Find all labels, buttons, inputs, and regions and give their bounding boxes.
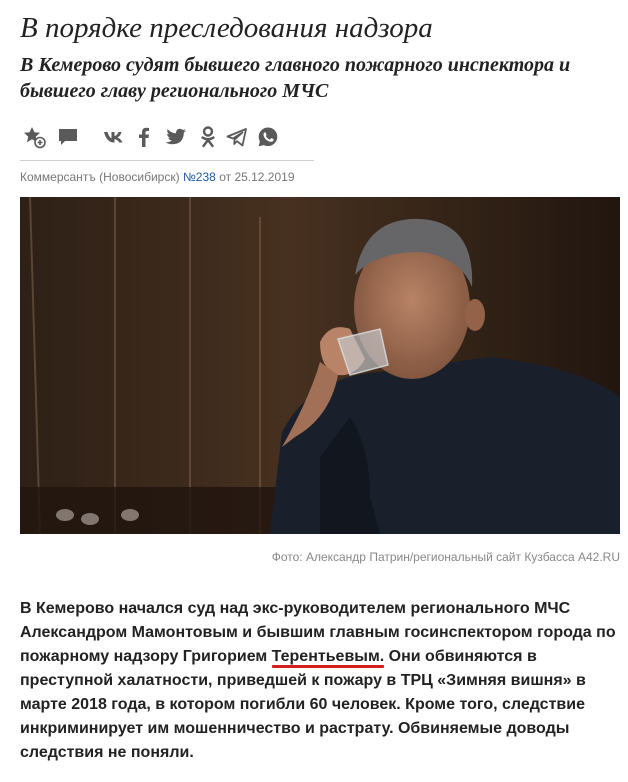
share-bar [20,122,314,161]
highlighted-name[interactable]: Терентьевым. [271,648,385,668]
vk-icon[interactable] [102,125,126,149]
article-page: В порядке преследования надзора В Кемеро… [0,0,628,782]
article-meta: Коммерсантъ (Новосибирск) №238 от 25.12.… [20,170,295,184]
red-underline [271,665,385,668]
date-prefix: от [219,170,232,184]
comments-icon[interactable] [56,125,80,149]
highlighted-name-text: Терентьевым. [271,648,385,665]
odnoklassniki-icon[interactable] [196,125,220,149]
telegram-icon[interactable] [225,125,249,149]
whatsapp-icon[interactable] [256,125,280,149]
source-name: Коммерсантъ (Новосибирск) [20,170,180,184]
issue-link[interactable]: №238 [183,170,216,184]
favorite-add-icon[interactable] [22,125,46,149]
article-lead: В Кемерово начался суд над экс-руководит… [20,597,620,765]
photo-caption: Фото: Александр Патрин/региональный сайт… [271,550,620,564]
facebook-icon[interactable] [132,125,156,149]
article-subtitle: В Кемерово судят бывшего главного пожарн… [20,54,571,102]
publish-date: 25.12.2019 [234,170,295,184]
twitter-icon[interactable] [164,125,188,149]
article-title: В порядке преследования надзора [20,12,433,44]
article-photo [20,197,620,534]
